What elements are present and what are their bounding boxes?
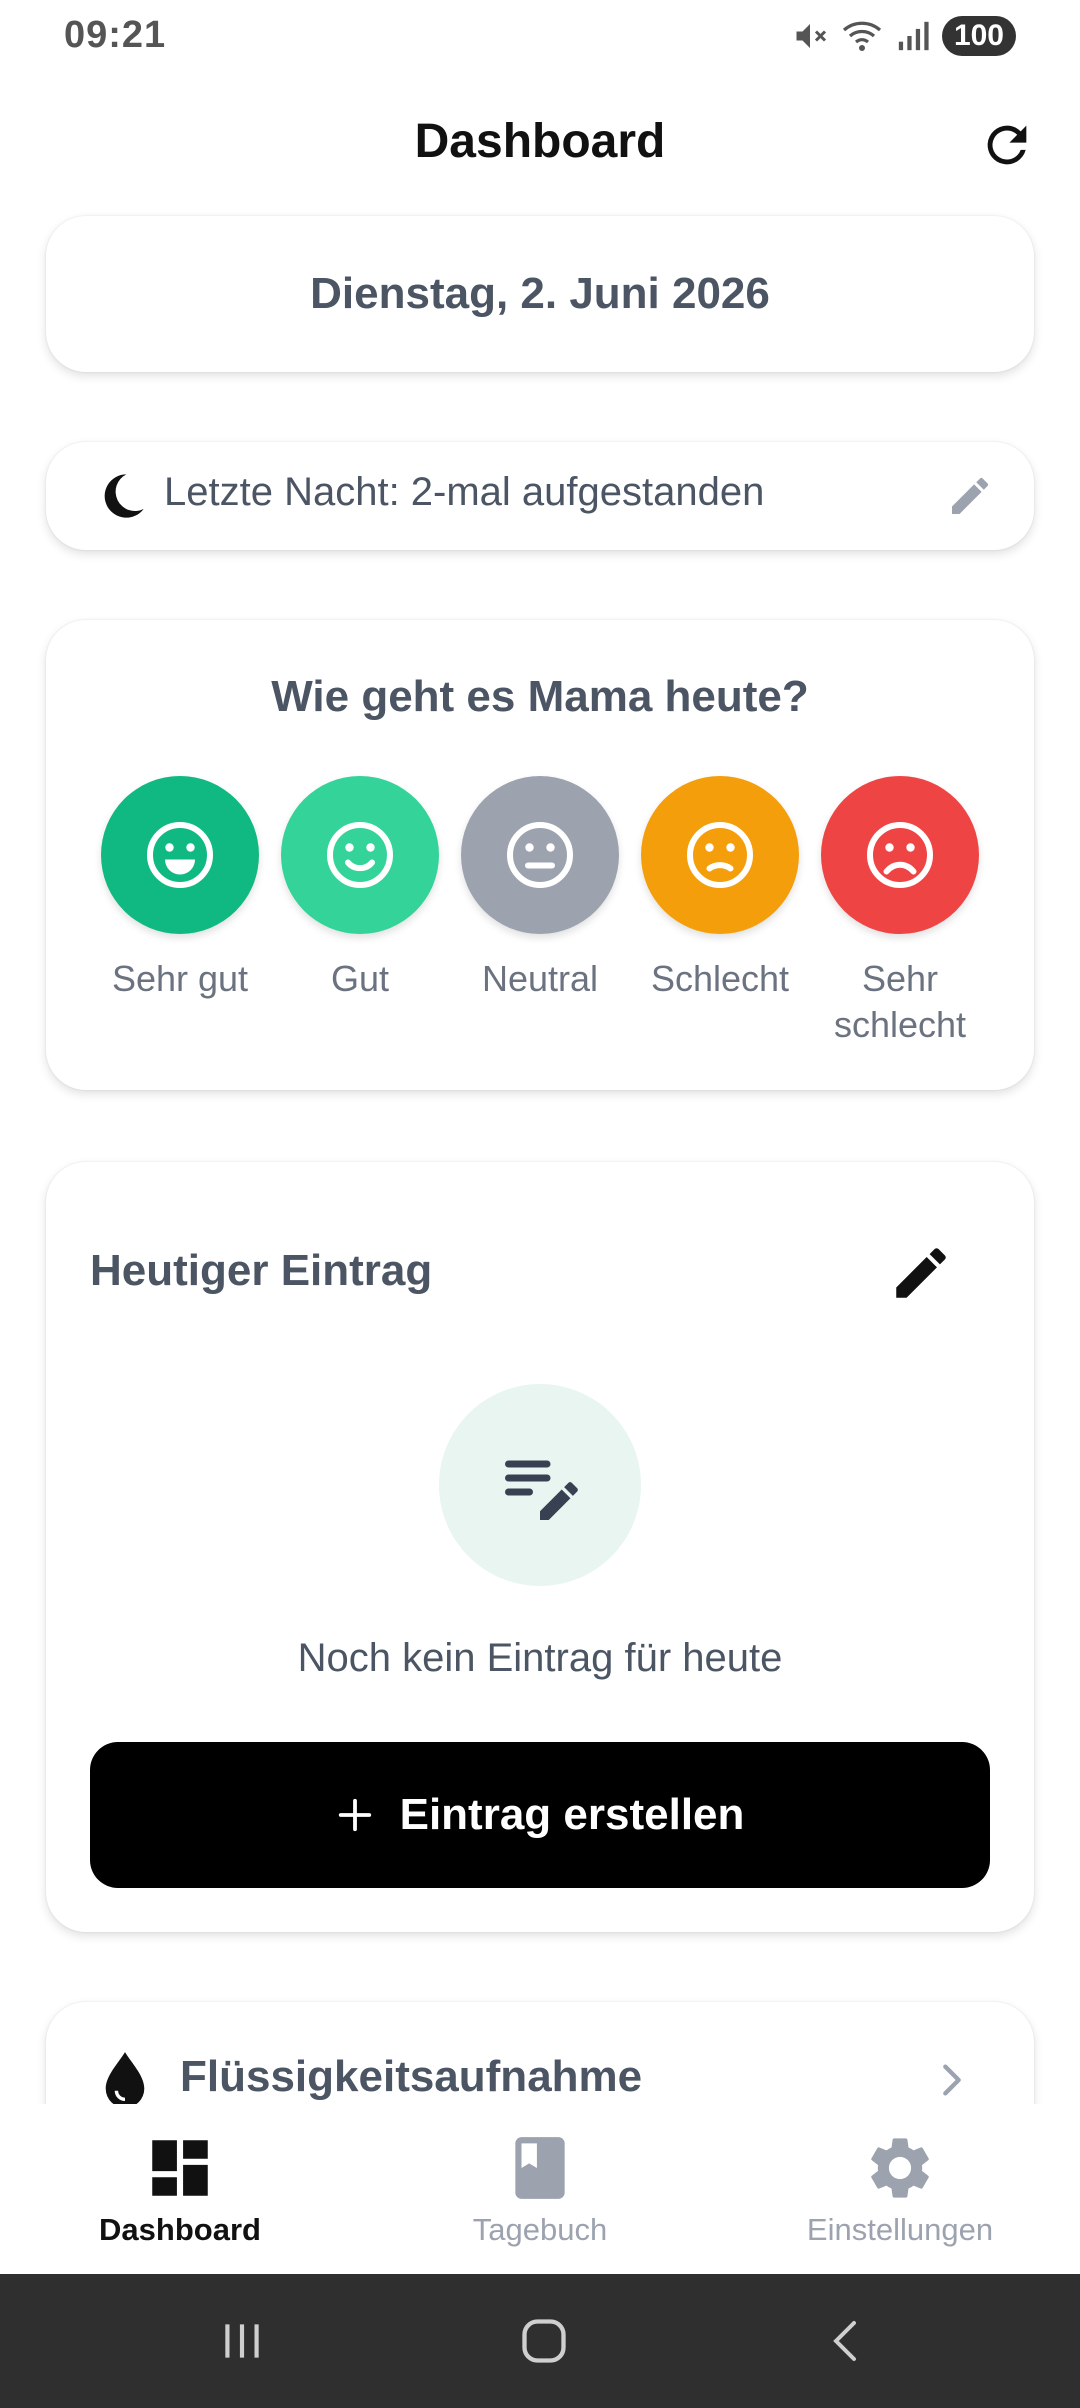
status-time: 09:21	[64, 14, 167, 56]
empty-state-text: Noch kein Eintrag für heute	[297, 1636, 783, 1680]
mood-question: Wie geht es Mama heute?	[271, 672, 809, 721]
wifi-icon	[840, 18, 884, 54]
mood-option-neutral[interactable]: Neutral	[460, 776, 620, 1002]
mood-label: Schlecht	[650, 958, 790, 999]
page-title: Dashboard	[414, 115, 666, 168]
mood-option-sehr-gut[interactable]: Sehr gut	[100, 776, 260, 1002]
neutral-face-icon[interactable]	[461, 776, 619, 934]
mood-label: Sehr gut	[111, 958, 249, 999]
very-happy-face-icon[interactable]	[101, 776, 259, 934]
sad-face-icon[interactable]	[641, 776, 799, 934]
note-edit-icon	[505, 1460, 578, 1520]
mood-label: Sehr schlecht	[833, 958, 967, 1045]
fluid-intake-title: Flüssigkeitsaufnahme	[180, 2052, 643, 2101]
very-sad-face-icon[interactable]	[821, 776, 979, 934]
dashboard-screen: 09:21 100 Dashboard Dienstag, 2. Juni 20…	[0, 0, 1080, 2408]
back-button[interactable]	[806, 2304, 886, 2378]
nav-item-dashboard[interactable]: Dashboard	[30, 2128, 330, 2248]
water-drop-icon	[105, 2052, 145, 2108]
moon-icon	[104, 474, 144, 518]
home-button[interactable]	[504, 2304, 584, 2378]
recent-apps-icon	[225, 2324, 259, 2358]
gear-icon	[860, 2128, 940, 2208]
back-icon	[833, 2321, 856, 2361]
mood-option-gut[interactable]: Gut	[280, 776, 440, 1002]
app-bar: Dashboard	[0, 96, 1080, 192]
dashboard-icon	[140, 2128, 220, 2208]
refresh-button[interactable]	[972, 110, 1042, 180]
mood-option-sehr-schlecht[interactable]: Sehr schlecht	[820, 776, 980, 1048]
today-entry-card: Heutiger Eintrag Noch kein Eintrag für h…	[46, 1162, 1034, 1932]
mood-label: Gut	[330, 958, 390, 999]
date-card: Dienstag, 2. Juni 2026	[46, 216, 1034, 372]
night-summary-card[interactable]: Letzte Nacht: 2-mal aufgestanden	[46, 442, 1034, 550]
book-icon	[500, 2128, 580, 2208]
system-navigation-bar	[0, 2274, 1080, 2408]
nav-item-tagebuch[interactable]: Tagebuch	[390, 2128, 690, 2248]
create-entry-label: Eintrag erstellen	[399, 1790, 745, 1839]
plus-icon	[338, 1798, 371, 1832]
nav-label: Einstellungen	[806, 2212, 994, 2247]
bottom-navigation: Dashboard Tagebuch Einstellungen	[0, 2104, 1080, 2274]
entry-title: Heutiger Eintrag	[90, 1246, 433, 1295]
refresh-icon	[987, 125, 1027, 165]
chevron-right-icon	[943, 2064, 961, 2096]
happy-face-icon[interactable]	[281, 776, 439, 934]
status-bar: 09:21 100	[0, 0, 1080, 72]
current-date: Dienstag, 2. Juni 2026	[310, 269, 770, 318]
night-summary-text: Letzte Nacht: 2-mal aufgestanden	[164, 470, 765, 514]
mood-card: Wie geht es Mama heute? Sehr gut Gut Neu…	[46, 620, 1034, 1090]
empty-state-badge	[439, 1384, 641, 1586]
mood-option-schlecht[interactable]: Schlecht	[640, 776, 800, 1002]
signal-icon	[896, 19, 930, 53]
mute-icon	[792, 18, 828, 54]
recent-apps-button[interactable]	[202, 2304, 282, 2378]
home-icon	[522, 2319, 566, 2363]
nav-item-einstellungen[interactable]: Einstellungen	[750, 2128, 1050, 2248]
create-entry-button[interactable]: Eintrag erstellen	[90, 1742, 990, 1888]
pencil-icon[interactable]	[946, 472, 994, 520]
mood-label: Neutral	[481, 958, 599, 999]
pencil-icon[interactable]	[888, 1240, 954, 1306]
status-icons: 100	[792, 14, 1016, 58]
nav-label: Dashboard	[99, 2212, 261, 2247]
battery-indicator: 100	[941, 16, 1016, 56]
nav-label: Tagebuch	[472, 2212, 608, 2247]
